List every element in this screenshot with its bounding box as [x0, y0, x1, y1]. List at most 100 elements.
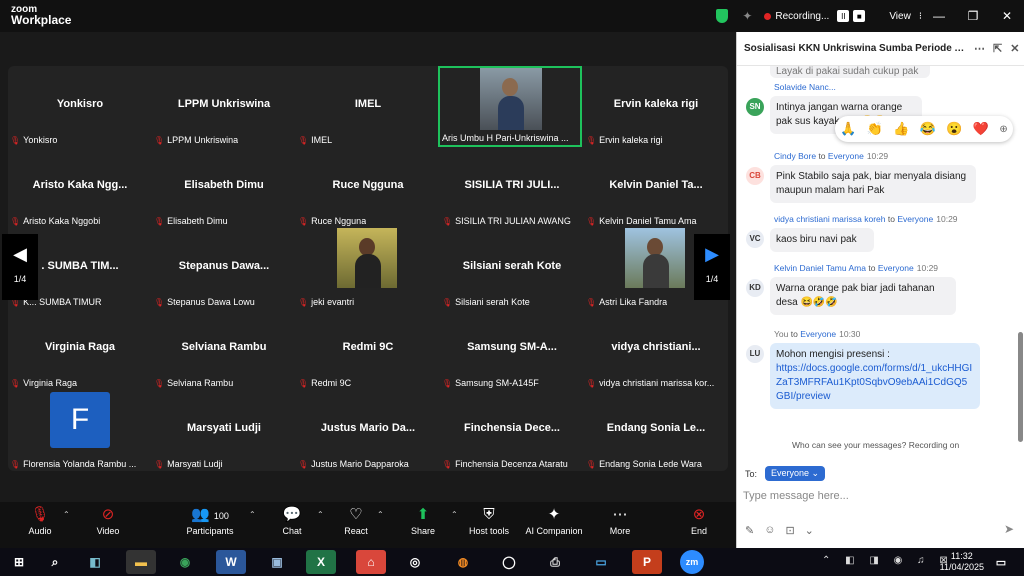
format-icon[interactable]: ✎ — [745, 524, 754, 537]
avatar: VC — [746, 230, 764, 248]
file-explorer-icon[interactable]: ▬ — [126, 550, 156, 574]
end-button[interactable]: ⊗ End — [682, 502, 716, 548]
more-button[interactable]: ⋯ More — [602, 502, 638, 548]
participant-tile[interactable]: Stepanus Dawa... 🎙 Stepanus Dawa Lowu — [152, 228, 296, 309]
react-options-caret[interactable]: ⌃ — [377, 510, 384, 519]
visibility-hint[interactable]: Who can see your messages? Recording on — [792, 440, 959, 450]
participant-tile[interactable]: vidya christiani... 🎙 vidya christiani ma… — [584, 309, 728, 390]
participant-tile[interactable]: Virginia Raga 🎙 Virginia Raga — [8, 309, 152, 390]
chat-button[interactable]: 💬 Chat — [274, 502, 310, 548]
participant-name-large: Selviana Rambu — [181, 341, 267, 353]
powerpoint-icon[interactable]: P — [632, 550, 662, 574]
participant-tile[interactable]: SISILIA TRI JULI... 🎙 SISILIA TRI JULIAN … — [440, 147, 584, 228]
more-tools-caret-icon[interactable]: ⌄ — [805, 524, 814, 537]
laughing-emoji[interactable]: 😂 — [920, 121, 936, 137]
participant-label: 🎙 Justus Mario Dapparoka — [298, 459, 409, 469]
notifications-icon[interactable]: ▭ — [986, 550, 1016, 574]
message-list[interactable]: Layak di pakai sudah cukup pak SN Solavi… — [737, 66, 1020, 450]
pdf-reader-icon[interactable]: ⌂ — [356, 550, 386, 574]
participant-name-large: Redmi 9C — [342, 341, 394, 353]
printer-icon[interactable]: ⎙ — [540, 550, 570, 574]
host-tools-button[interactable]: ⛨ Host tools — [466, 502, 512, 548]
reaction-picker[interactable]: 🙏 👏 👍 😂 😮 ❤️ ⊕ — [835, 116, 1013, 142]
clap-emoji[interactable]: 👏 — [867, 121, 883, 137]
participant-tile[interactable]: Finchensia Dece... 🎙 Finchensia Decenza A… — [440, 390, 584, 471]
participant-tile[interactable]: IMEL 🎙 IMEL — [296, 66, 440, 147]
restore-button[interactable]: ❐ — [956, 9, 990, 23]
ai-sparkle-icon[interactable]: ✦ — [742, 9, 752, 23]
participant-tile[interactable]: Aristo Kaka Ngg... 🎙 Aristo Kaka Nggobi — [8, 147, 152, 228]
surprised-emoji[interactable]: 😮 — [946, 121, 962, 137]
recipient-dropdown[interactable]: Everyone ⌄ — [765, 466, 826, 481]
share-options-caret[interactable]: ⌃ — [451, 510, 458, 519]
zoom-taskbar-icon[interactable]: zm — [680, 550, 704, 574]
system-tray-icons[interactable]: ⌃ ◧ ◨ ◉ ♫ ⊠ — [822, 555, 954, 566]
heart-emoji[interactable]: ❤️ — [973, 121, 989, 137]
audio-options-caret[interactable]: ⌃ — [63, 510, 70, 519]
participant-tile[interactable]: Endang Sonia Le... 🎙 Endang Sonia Lede Wa… — [584, 390, 728, 471]
participant-tile[interactable]: Ruce Ngguna 🎙 Ruce Ngguna — [296, 147, 440, 228]
participant-label: 🎙 vidya christiani marissa kor... — [586, 378, 715, 388]
message-input[interactable]: Type message here... — [743, 490, 849, 502]
close-window-button[interactable]: ✕ — [990, 9, 1024, 23]
muted-mic-icon: 🎙 — [10, 379, 21, 388]
presensi-form-link[interactable]: https://docs.google.com/forms/d/1_ukcHHG… — [776, 363, 972, 402]
screenshot-icon[interactable]: ⊡ — [785, 524, 794, 537]
encryption-shield-icon[interactable] — [716, 9, 729, 23]
participant-tile[interactable]: Selviana Rambu 🎙 Selviana Rambu — [152, 309, 296, 390]
participant-label: 🎙 Kelvin Daniel Tamu Ama — [586, 216, 697, 226]
message-bubble: Warna orange pak biar jadi tahanan desa … — [770, 277, 956, 315]
send-icon[interactable]: ➤ — [1004, 522, 1014, 536]
chat-panel: Sosialisasi KKN Unkriswina Sumba Periode… — [736, 32, 1024, 548]
taskbar-clock[interactable]: 11:32 11/04/2025 — [940, 551, 984, 573]
excel-icon[interactable]: X — [306, 550, 336, 574]
word-icon[interactable]: W — [216, 550, 246, 574]
start-button[interactable]: ⊞ — [4, 550, 34, 574]
close-icon[interactable]: ✕ — [1010, 42, 1019, 55]
participant-tile[interactable]: Ervin kaleka rigi 🎙 Ervin kaleka rigi — [584, 66, 728, 147]
ai-companion-button[interactable]: ✦ AI Companion — [522, 502, 586, 548]
stop-recording-button[interactable]: ■ — [853, 10, 866, 22]
firefox-icon[interactable]: ◍ — [448, 550, 478, 574]
participants-options-caret[interactable]: ⌃ — [249, 510, 256, 519]
participant-tile[interactable]: Redmi 9C 🎙 Redmi 9C — [296, 309, 440, 390]
participants-button[interactable]: 👥 100 Participants — [182, 502, 238, 548]
whatsapp-icon[interactable]: ◎ — [400, 550, 430, 574]
participant-tile[interactable]: Yonkisro 🎙 Yonkisro — [8, 66, 152, 147]
participant-tile[interactable]: Elisabeth Dimu 🎙 Elisabeth Dimu — [152, 147, 296, 228]
pause-recording-button[interactable]: II — [837, 10, 850, 22]
participant-tile[interactable]: Silsiani serah Kote 🎙 Silsiani serah Kote — [440, 228, 584, 309]
search-icon[interactable]: ⌕ — [40, 550, 70, 574]
view-button[interactable]: View — [889, 11, 911, 22]
participant-tile[interactable]: Marsyati Ludji 🎙 Marsyati Ludji — [152, 390, 296, 471]
active-speaker-tile[interactable]: Aris Umbu H Pari-Unkriswina ... — [438, 66, 582, 147]
participant-tile[interactable]: Samsung SM-A... 🎙 Samsung SM-A145F — [440, 309, 584, 390]
muted-mic-icon: 🎙 — [586, 298, 597, 307]
participant-label: 🎙 Astri Lika Fandra — [586, 297, 668, 307]
participant-tile[interactable]: Justus Mario Da... 🎙 Justus Mario Dapparo… — [296, 390, 440, 471]
chrome-icon[interactable]: ◉ — [170, 550, 200, 574]
participant-tile[interactable]: F 🎙 Florensia Yolanda Rambu ... — [8, 390, 152, 471]
whatsapp-desktop-icon[interactable]: ◯ — [494, 550, 524, 574]
audio-button[interactable]: 🎙 Audio — [20, 502, 60, 548]
more-options-icon[interactable]: ⋯ — [974, 42, 985, 55]
react-button[interactable]: ♡ React — [336, 502, 376, 548]
participant-tile[interactable]: LPPM Unkriswina 🎙 LPPM Unkriswina — [152, 66, 296, 147]
remote-app-icon[interactable]: ▭ — [586, 550, 616, 574]
video-button[interactable]: ⊘ Video — [88, 502, 128, 548]
emoji-icon[interactable]: ☺ — [764, 524, 775, 537]
share-button[interactable]: ⬆ Share — [404, 502, 442, 548]
photos-icon[interactable]: ▣ — [262, 550, 292, 574]
pray-emoji[interactable]: 🙏 — [840, 121, 856, 137]
thumbs-up-emoji[interactable]: 👍 — [893, 121, 909, 137]
scrollbar[interactable] — [1018, 332, 1023, 442]
participant-tile[interactable]: 🎙 jeki evantri — [296, 228, 440, 309]
more-reactions-icon[interactable]: ⊕ — [999, 124, 1007, 135]
edge-app-icon[interactable]: ◧ — [80, 550, 110, 574]
participant-tile[interactable]: Kelvin Daniel Ta... 🎙 Kelvin Daniel Tamu … — [584, 147, 728, 228]
next-page-button[interactable]: ▶ 1/4 — [694, 234, 730, 300]
chat-options-caret[interactable]: ⌃ — [317, 510, 324, 519]
previous-page-button[interactable]: ◀ 1/4 — [2, 234, 38, 300]
minimize-button[interactable]: — — [922, 9, 956, 23]
popout-icon[interactable]: ⇱ — [993, 42, 1002, 55]
